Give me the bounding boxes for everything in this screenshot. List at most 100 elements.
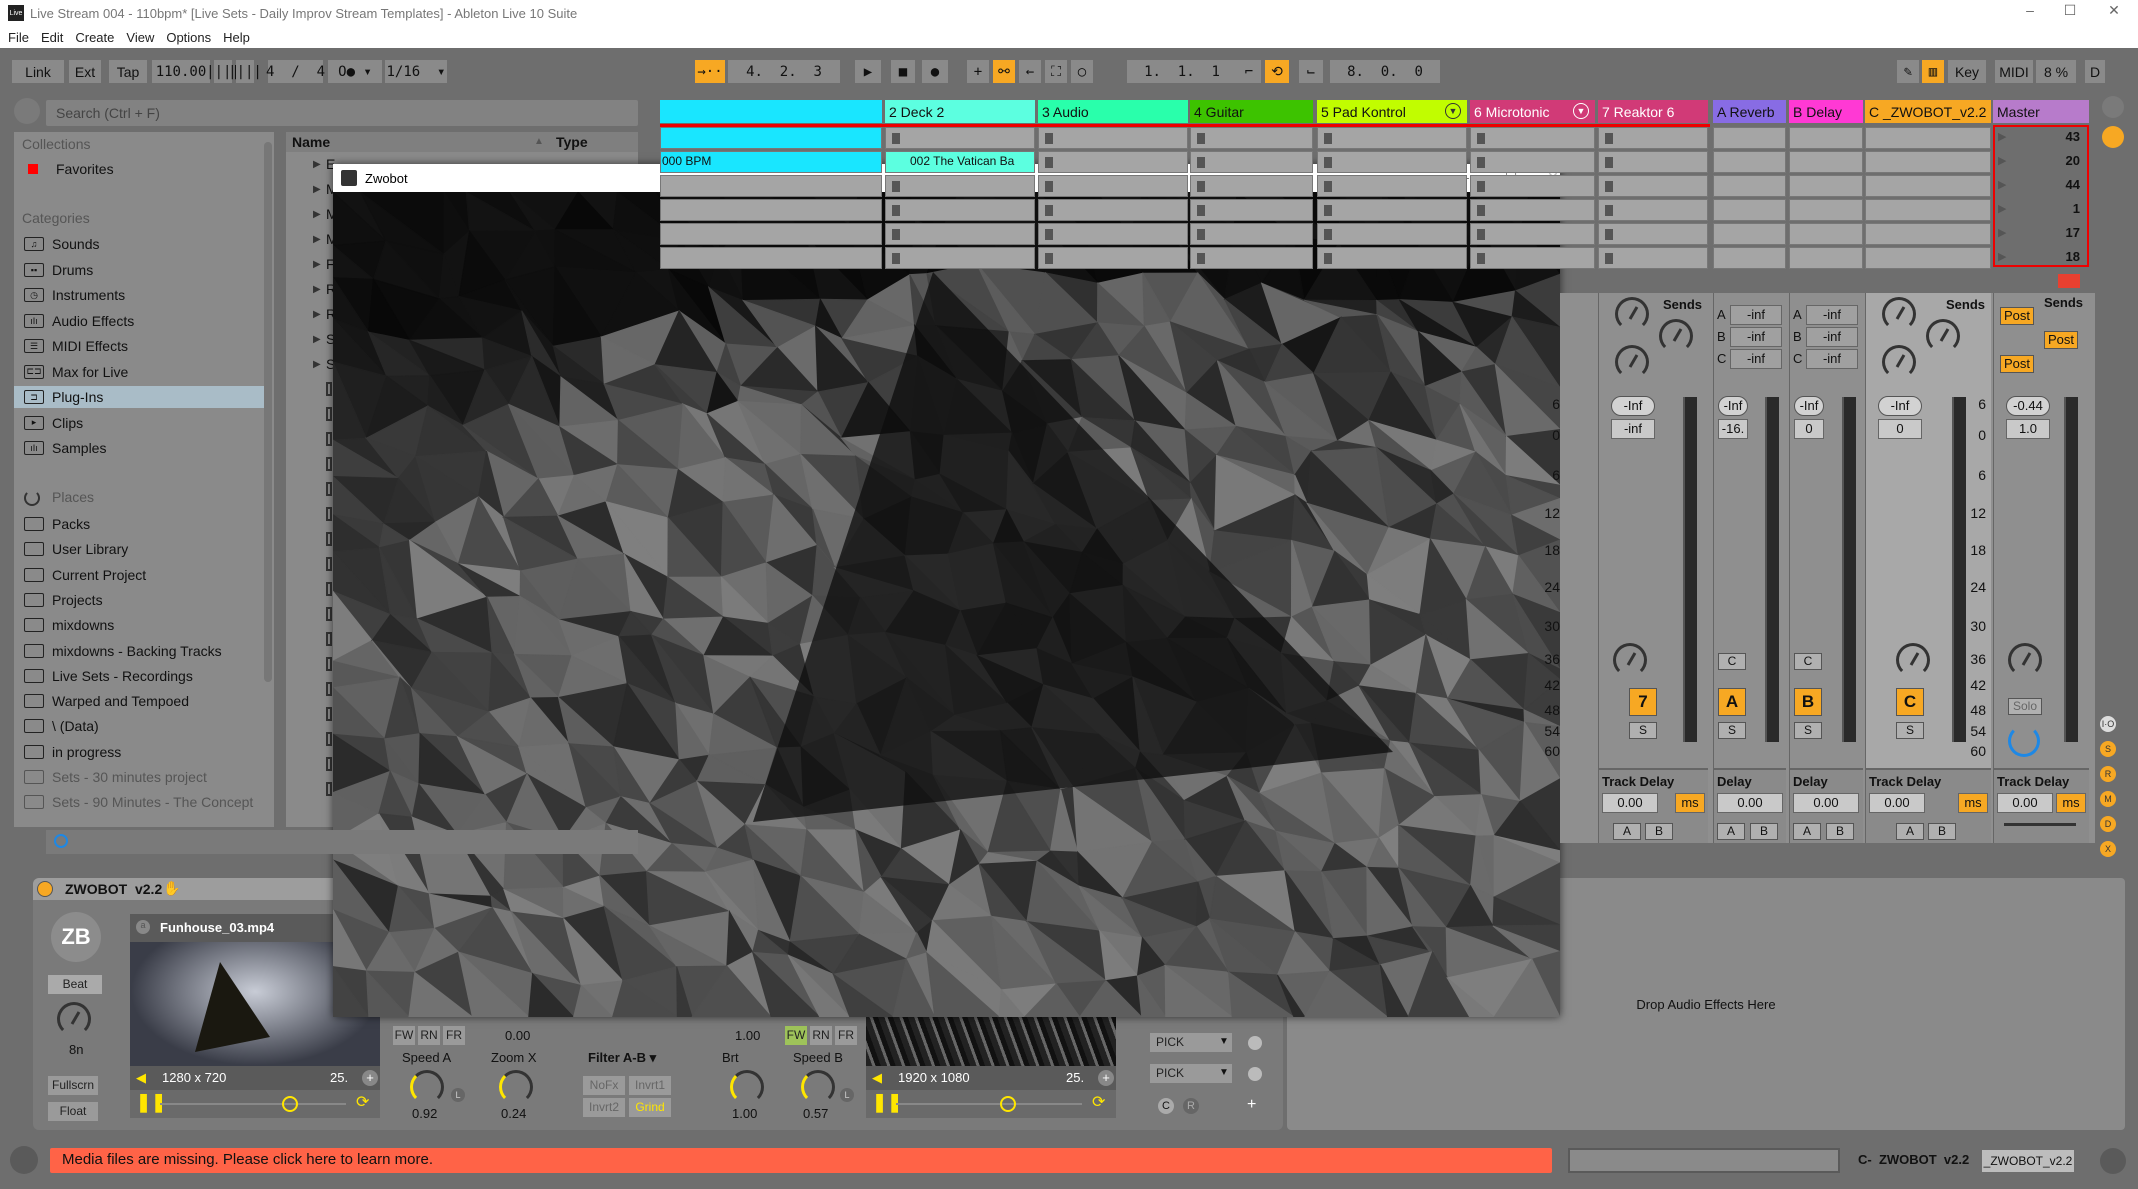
detail-toggle-icon[interactable]: [2100, 1148, 2126, 1174]
track-delay-field[interactable]: 0.00: [1717, 793, 1783, 813]
track-fold-icon[interactable]: ▼: [1573, 103, 1589, 119]
clip-slot[interactable]: [1598, 127, 1708, 149]
send-b-value[interactable]: -inf: [1730, 327, 1782, 347]
category-audio-effects[interactable]: ıIı Audio Effects: [14, 310, 264, 332]
loop-length-field[interactable]: 8. 0. 0: [1330, 60, 1440, 83]
zoom-x-knob[interactable]: [499, 1070, 533, 1104]
clip-slot[interactable]: [885, 127, 1035, 149]
c-button[interactable]: C: [1158, 1098, 1174, 1114]
clip-slot[interactable]: [1598, 223, 1708, 245]
place-item[interactable]: Warped and Tempoed: [14, 690, 264, 712]
send-a-knob[interactable]: [1882, 297, 1916, 331]
draw-mode-button[interactable]: ✎: [1897, 60, 1919, 83]
clip-slot[interactable]: [1865, 175, 1991, 197]
scene-launch-icon[interactable]: ▶: [1998, 226, 2006, 239]
close-button[interactable]: ✕: [2094, 2, 2134, 19]
scene-number[interactable]: 1: [2040, 201, 2080, 216]
place-item[interactable]: in progress: [14, 741, 264, 763]
fw-button[interactable]: FW: [393, 1026, 415, 1045]
ext-sync-button[interactable]: Ext: [69, 60, 101, 83]
category-samples[interactable]: ıIı Samples: [14, 437, 264, 459]
show-m-toggle[interactable]: M: [2100, 791, 2116, 807]
clip-slot[interactable]: [1317, 151, 1467, 173]
send-c-value[interactable]: -inf: [1806, 349, 1858, 369]
expand-arrow-icon[interactable]: ▶: [313, 284, 321, 295]
clip-slot[interactable]: [1598, 247, 1708, 269]
menu-file[interactable]: File: [8, 30, 29, 45]
crossfade-a-button[interactable]: A: [1613, 823, 1641, 840]
speed-b-knob[interactable]: [801, 1070, 835, 1104]
clip-slot[interactable]: [1317, 247, 1467, 269]
clip-slot[interactable]: [1789, 223, 1863, 245]
clip-slot[interactable]: [1470, 127, 1595, 149]
category-instruments[interactable]: ◷ Instruments: [14, 284, 264, 306]
clip-slot[interactable]: [1789, 247, 1863, 269]
clip-slot[interactable]: [1713, 223, 1786, 245]
tempo-field[interactable]: 110.00: [152, 60, 210, 83]
expand-arrow-icon[interactable]: ▶: [313, 309, 321, 320]
back-to-arrangement-button[interactable]: ←: [1019, 60, 1041, 83]
category-midi-effects[interactable]: ☰ MIDI Effects: [14, 335, 264, 357]
clip-slot[interactable]: [1038, 151, 1188, 173]
record-button[interactable]: ●: [922, 60, 948, 83]
volume-field[interactable]: -16.: [1718, 419, 1748, 439]
clip-slot[interactable]: [1470, 247, 1595, 269]
lock-a-button[interactable]: L: [451, 1088, 465, 1102]
crossfade-b-button[interactable]: B: [1645, 823, 1673, 840]
volume-field[interactable]: -inf: [1611, 419, 1655, 439]
follow-button[interactable]: →··: [695, 60, 725, 83]
fr-button[interactable]: FR: [835, 1026, 857, 1045]
clip-slot[interactable]: [660, 127, 882, 149]
send-b-value[interactable]: -inf: [1806, 327, 1858, 347]
brt-knob[interactable]: [730, 1070, 764, 1104]
crossfade-a-button[interactable]: A: [1896, 823, 1924, 840]
crossfade-b-button[interactable]: B: [1928, 823, 1956, 840]
clip-slot[interactable]: [1190, 247, 1313, 269]
cue-button[interactable]: C: [1718, 653, 1746, 670]
category-clips[interactable]: ▸ Clips: [14, 412, 264, 434]
nudge-up-button[interactable]: ||||: [228, 60, 262, 83]
clip-slot[interactable]: [1598, 199, 1708, 221]
clip-slot[interactable]: [1865, 247, 1991, 269]
midi-map-mode-button[interactable]: MIDI: [1995, 60, 2033, 83]
solo-button[interactable]: Solo: [2008, 698, 2042, 715]
place-item[interactable]: Current Project: [14, 564, 264, 586]
clip-slot[interactable]: [660, 175, 882, 197]
pan-knob[interactable]: [2008, 643, 2042, 677]
track-header-2-deck-2[interactable]: 2 Deck 2: [885, 100, 1035, 123]
volume-field[interactable]: 0: [1794, 419, 1824, 439]
r-button[interactable]: R: [1183, 1098, 1199, 1114]
name-column-header[interactable]: Name: [292, 134, 330, 150]
track-delay-field[interactable]: 0.00: [1997, 793, 2053, 813]
place-item[interactable]: Sets - 90 Minutes - The Concept: [14, 791, 264, 813]
playhead-slider[interactable]: [999, 1096, 1016, 1112]
clip-slot[interactable]: [1598, 175, 1708, 197]
clip-slot[interactable]: [1190, 175, 1313, 197]
send-b-knob[interactable]: [1926, 319, 1960, 353]
send-c-value[interactable]: -inf: [1730, 349, 1782, 369]
loop-start-field[interactable]: 1. 1. 1: [1127, 60, 1237, 83]
invrt2-button[interactable]: Invrt2: [583, 1098, 625, 1117]
clip-slot[interactable]: [1038, 127, 1188, 149]
clip-slot[interactable]: [1470, 199, 1595, 221]
overdub-button[interactable]: +: [967, 60, 989, 83]
add-button[interactable]: +: [1247, 1096, 1256, 1114]
clip-slot[interactable]: [1865, 127, 1991, 149]
scene-number[interactable]: 43: [2040, 129, 2080, 144]
add-file-button[interactable]: +: [1098, 1070, 1114, 1086]
cue-button[interactable]: C: [1794, 653, 1822, 670]
track-activator-button[interactable]: A: [1718, 688, 1746, 716]
device-activator-button[interactable]: [37, 881, 53, 897]
solo-button[interactable]: S: [1896, 722, 1924, 739]
speed-a-knob[interactable]: [410, 1070, 444, 1104]
clip-slot[interactable]: [1190, 223, 1313, 245]
track-header-a-reverb[interactable]: A Reverb: [1713, 100, 1786, 123]
scene-launch-icon[interactable]: ▶: [1998, 154, 2006, 167]
tap-tempo-button[interactable]: Tap: [109, 60, 147, 83]
send-c-knob[interactable]: [1615, 345, 1649, 379]
nofx-button[interactable]: NoFx: [583, 1076, 625, 1095]
expand-arrow-icon[interactable]: ▶: [313, 209, 321, 220]
float-button[interactable]: Float: [48, 1102, 98, 1121]
filter-a-b-menu[interactable]: Filter A-B ▾: [588, 1050, 656, 1066]
scene-number[interactable]: 20: [2040, 153, 2080, 168]
